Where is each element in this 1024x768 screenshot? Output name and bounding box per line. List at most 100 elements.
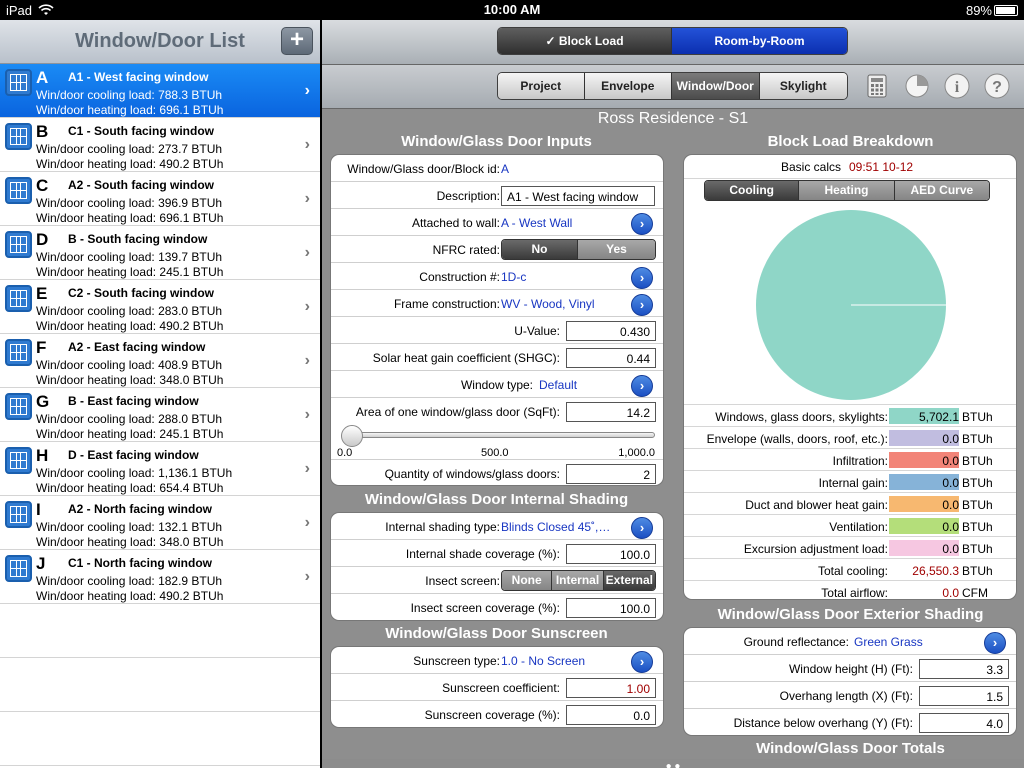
window-icon — [5, 285, 32, 312]
heating-load-text: Win/door heating load: 696.1 BTUh — [36, 211, 224, 225]
breakdown-unit: BTUh — [962, 542, 993, 556]
heating-load-text: Win/door heating load: 654.4 BTUh — [36, 481, 224, 495]
window-list-item[interactable]: C A2 - South facing window Win/door coolin… — [0, 172, 320, 226]
breakdown-tabs: Cooling Heating AED Curve — [704, 180, 990, 201]
insect-external-option[interactable]: External — [603, 571, 655, 590]
sunscreen-type-value[interactable]: 1.0 - No Screen — [501, 654, 585, 668]
status-bar: iPad 10:00 AM 89% — [0, 0, 1024, 20]
sunscreen-type-label: Sunscreen type: — [413, 654, 500, 668]
chevron-right-icon: › — [304, 406, 310, 423]
window-id: D — [36, 230, 49, 249]
insect-coverage-field[interactable]: 100.0 — [566, 598, 656, 618]
info-icon[interactable]: i — [944, 73, 970, 99]
block-id-value[interactable]: A — [501, 162, 509, 176]
window-icon — [5, 447, 32, 474]
window-list-item[interactable]: D B - South facing window Win/door cooling… — [0, 226, 320, 280]
calculator-icon[interactable] — [864, 73, 890, 99]
uvalue-row: U-Value: 0.430 — [331, 317, 663, 344]
nfrc-label: NFRC rated: — [432, 243, 500, 257]
empty-row — [0, 712, 320, 766]
window-id: H — [36, 446, 49, 465]
window-list-item[interactable]: I A2 - North facing window Win/door coolin… — [0, 496, 320, 550]
tab-heating[interactable]: Heating — [799, 181, 895, 200]
window-list-item[interactable]: H D - East facing window Win/door cooling … — [0, 442, 320, 496]
area-slider-thumb[interactable] — [341, 425, 364, 447]
window-list-item[interactable]: F A2 - East facing window Win/door cooling… — [0, 334, 320, 388]
window-door-list-panel: Window/Door List + A A1 - West facing win… — [0, 20, 320, 768]
cooling-load-text: Win/door cooling load: 182.9 BTUh — [36, 574, 223, 588]
window-name: C2 - South facing window — [68, 286, 214, 300]
shading-type-value[interactable]: Blinds Closed 45˚,… — [501, 520, 610, 534]
window-list-item[interactable]: J C1 - North facing window Win/door coolin… — [0, 550, 320, 604]
breakdown-value: 0.0 — [942, 454, 959, 468]
tab-cooling[interactable]: Cooling — [705, 181, 800, 200]
description-field[interactable]: A1 - West facing window — [501, 186, 655, 206]
totals-section-title: Window/Glass Door Totals — [756, 740, 945, 757]
nfrc-toggle: No Yes — [501, 239, 656, 260]
tab-aed-curve[interactable]: AED Curve — [894, 181, 989, 200]
disclosure-icon[interactable]: › — [631, 267, 653, 289]
sunscreen-cov-field[interactable]: 0.0 — [566, 705, 656, 725]
disclosure-icon[interactable]: › — [984, 632, 1006, 654]
nfrc-no-option[interactable]: No — [502, 240, 579, 259]
add-window-button[interactable]: + — [281, 27, 313, 55]
shgc-label: Solar heat gain coefficient (SHGC): — [372, 351, 560, 365]
help-icon[interactable]: ? — [984, 73, 1010, 99]
pie-chart-icon[interactable] — [904, 73, 930, 99]
construction-value[interactable]: 1D-c — [501, 270, 526, 284]
overhang-label: Overhang length (X) (Ft): — [779, 689, 913, 703]
cooling-load-text: Win/door cooling load: 139.7 BTUh — [36, 250, 223, 264]
window-id: G — [36, 392, 50, 411]
quantity-field[interactable]: 2 — [566, 464, 656, 484]
disclosure-icon[interactable]: › — [631, 517, 653, 539]
disclosure-icon[interactable]: › — [631, 651, 653, 673]
tab-window-door[interactable]: Window/Door — [672, 73, 760, 99]
breakdown-row: Infiltration: 0.0 BTUh — [684, 449, 1016, 471]
heating-load-text: Win/door heating load: 490.2 BTUh — [36, 157, 224, 171]
window-list-item[interactable]: A A1 - West facing window Win/door cooling… — [0, 64, 320, 118]
sunscreen-cov-row: Sunscreen coverage (%): 0.0 — [331, 701, 663, 727]
window-type-value[interactable]: Default — [539, 378, 577, 392]
room-by-room-tab[interactable]: Room-by-Room — [672, 28, 847, 54]
overhang-field[interactable]: 1.5 — [919, 686, 1009, 706]
chevron-right-icon: › — [304, 82, 310, 99]
block-load-tab[interactable]: ✓ Block Load — [498, 28, 672, 54]
tab-project[interactable]: Project — [498, 73, 585, 99]
page-indicator[interactable]: ● ● — [322, 761, 1024, 768]
ground-value[interactable]: Green Grass — [854, 635, 923, 649]
insect-none-option[interactable]: None — [502, 571, 553, 590]
nfrc-yes-option[interactable]: Yes — [578, 240, 655, 259]
total-cooling-row: Total cooling: 26,550.3 BTUh — [684, 559, 1016, 581]
uvalue-field[interactable]: 0.430 — [566, 321, 656, 341]
insect-internal-option[interactable]: Internal — [552, 571, 604, 590]
breakdown-row: Internal gain: 0.0 BTUh — [684, 471, 1016, 493]
breakdown-card: Basic calcs 09:51 10-12 Cooling Heating … — [683, 154, 1017, 600]
sunscreen-coef-field[interactable]: 1.00 — [566, 678, 656, 698]
window-height-field[interactable]: 3.3 — [919, 659, 1009, 679]
area-slider-track[interactable] — [343, 432, 655, 438]
cooling-load-text: Win/door cooling load: 132.1 BTUh — [36, 520, 223, 534]
slider-max-label: 1,000.0 — [618, 447, 655, 459]
breakdown-row: Excursion adjustment load: 0.0 BTUh — [684, 537, 1016, 559]
disclosure-icon[interactable]: › — [631, 213, 653, 235]
window-name: A2 - South facing window — [68, 178, 214, 192]
area-field[interactable]: 14.2 — [566, 402, 656, 422]
tab-envelope[interactable]: Envelope — [584, 73, 672, 99]
window-list-item[interactable]: B C1 - South facing window Win/door coolin… — [0, 118, 320, 172]
tab-skylight[interactable]: Skylight — [759, 73, 847, 99]
window-list-item[interactable]: E C2 - South facing window Win/door coolin… — [0, 280, 320, 334]
disclosure-icon[interactable]: › — [631, 294, 653, 316]
frame-value[interactable]: WV - Wood, Vinyl — [501, 297, 595, 311]
shade-coverage-row: Internal shade coverage (%): 100.0 — [331, 540, 663, 567]
breakdown-value: 0.0 — [942, 542, 959, 556]
window-list-item[interactable]: G B - East facing window Win/door cooling … — [0, 388, 320, 442]
shgc-field[interactable]: 0.44 — [566, 348, 656, 368]
distance-field[interactable]: 4.0 — [919, 713, 1009, 733]
basic-calcs-value: 09:51 10-12 — [849, 160, 914, 174]
shade-coverage-field[interactable]: 100.0 — [566, 544, 656, 564]
breakdown-value: 5,702.1 — [918, 410, 959, 424]
wall-value[interactable]: A - West Wall — [501, 216, 572, 230]
window-name: B - East facing window — [68, 394, 199, 408]
disclosure-icon[interactable]: › — [631, 375, 653, 397]
cooling-load-text: Win/door cooling load: 788.3 BTUh — [36, 88, 223, 102]
